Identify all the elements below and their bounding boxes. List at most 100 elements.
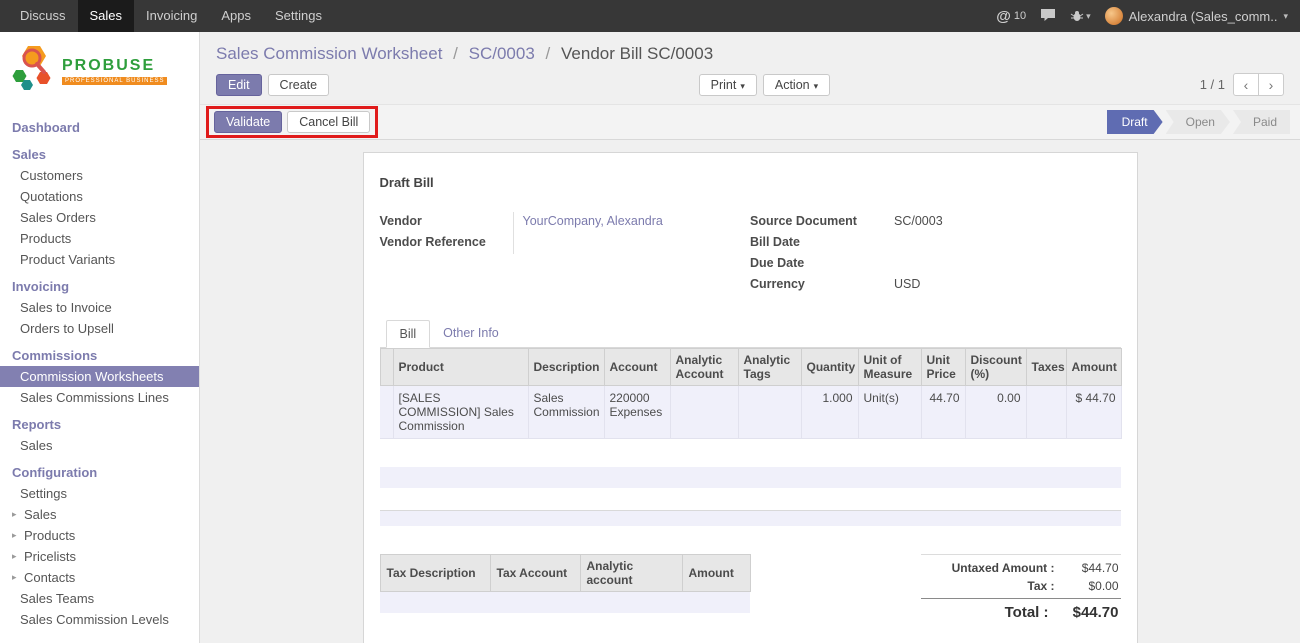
cell-uom: Unit(s) (858, 386, 921, 439)
sidebar-heading-dashboard[interactable]: Dashboard (0, 117, 199, 138)
sidebar: PROBUSE PROFESSIONAL BUSINESS Dashboard … (0, 32, 200, 643)
col-tax-analytic-account[interactable]: Analytic account (580, 555, 682, 592)
sidebar-item-config-sales[interactable]: ▸ Sales (0, 504, 199, 525)
col-taxes[interactable]: Taxes (1026, 349, 1066, 386)
messages-button[interactable] (1040, 8, 1056, 25)
sidebar-item-label: Pricelists (24, 549, 76, 564)
debug-bug-icon (1070, 8, 1084, 25)
sidebar-item-sales-orders[interactable]: Sales Orders (0, 207, 199, 228)
sidebar-item-settings[interactable]: Settings (0, 483, 199, 504)
sidebar-item-customers[interactable]: Customers (0, 165, 199, 186)
table-header-row: Product Description Account Analytic Acc… (380, 349, 1121, 386)
breadcrumb-worksheet-link[interactable]: Sales Commission Worksheet (216, 44, 442, 63)
sidebar-item-sales-teams[interactable]: Sales Teams (0, 588, 199, 609)
col-unit-of-measure[interactable]: Unit of Measure (858, 349, 921, 386)
sidebar-item-orders-to-upsell[interactable]: Orders to Upsell (0, 318, 199, 339)
user-menu[interactable]: Alexandra (Sales_comm.. ▾ (1105, 7, 1288, 25)
col-tax-description[interactable]: Tax Description (380, 555, 490, 592)
menu-sales[interactable]: Sales (78, 0, 135, 32)
sidebar-item-reports-sales[interactable]: Sales (0, 435, 199, 456)
annotation-highlight: Validate Cancel Bill (206, 106, 378, 138)
status-pipeline: Draft Open Paid (1104, 110, 1290, 134)
print-dropdown-button[interactable]: Print▾ (699, 74, 757, 96)
col-tax-account[interactable]: Tax Account (490, 555, 580, 592)
empty-list-row (380, 467, 1121, 488)
cell-unit-price: 44.70 (921, 386, 965, 439)
debug-menu-button[interactable]: ▾ (1070, 8, 1091, 25)
statusbar: Validate Cancel Bill Draft Open Paid (200, 104, 1300, 140)
col-amount[interactable]: Amount (1066, 349, 1121, 386)
vendor-reference-value (513, 233, 751, 254)
bill-lines-table: Product Description Account Analytic Acc… (380, 348, 1122, 439)
sidebar-heading-invoicing[interactable]: Invoicing (0, 276, 199, 297)
sidebar-heading-reports[interactable]: Reports (0, 414, 199, 435)
sidebar-item-config-products[interactable]: ▸ Products (0, 525, 199, 546)
tax-lines-table: Tax Description Tax Account Analytic acc… (380, 554, 751, 613)
submenu-arrow-icon: ▸ (12, 570, 21, 585)
logo-title: PROBUSE (62, 57, 167, 75)
breadcrumb-separator: / (546, 44, 551, 63)
status-draft[interactable]: Draft (1107, 110, 1163, 134)
tab-bill[interactable]: Bill (386, 320, 431, 348)
col-account[interactable]: Account (604, 349, 670, 386)
sidebar-item-contacts[interactable]: ▸ Contacts (0, 567, 199, 588)
empty-row (380, 488, 1121, 510)
sidebar-item-sales-commission-levels[interactable]: Sales Commission Levels (0, 609, 199, 630)
menu-invoicing[interactable]: Invoicing (134, 0, 209, 32)
due-date-label: Due Date (750, 254, 894, 270)
sidebar-item-label: Contacts (24, 570, 75, 585)
sidebar-item-products[interactable]: Products (0, 228, 199, 249)
avatar (1105, 7, 1123, 25)
col-tax-amount[interactable]: Amount (682, 555, 750, 592)
tax-total-label: Tax : (1027, 579, 1054, 593)
empty-list-row (380, 510, 1121, 526)
untaxed-amount-value: $44.70 (1055, 561, 1119, 575)
tab-other-info[interactable]: Other Info (430, 320, 512, 348)
sidebar-item-sales-to-invoice[interactable]: Sales to Invoice (0, 297, 199, 318)
table-row[interactable]: [SALES COMMISSION] Sales Commission Sale… (380, 386, 1121, 439)
menu-discuss[interactable]: Discuss (8, 0, 78, 32)
bill-date-value (894, 233, 1121, 254)
validate-button[interactable]: Validate (214, 111, 282, 133)
cell-analytic-tags (738, 386, 801, 439)
source-document-value: SC/0003 (894, 212, 1121, 233)
empty-row (380, 439, 1121, 467)
due-date-value (894, 254, 1121, 275)
col-analytic-account[interactable]: Analytic Account (670, 349, 738, 386)
breadcrumb-sc0003-link[interactable]: SC/0003 (469, 44, 535, 63)
pager-next-button[interactable]: › (1258, 73, 1284, 96)
col-analytic-tags[interactable]: Analytic Tags (738, 349, 801, 386)
mention-count: 10 (1014, 10, 1026, 22)
sidebar-item-quotations[interactable]: Quotations (0, 186, 199, 207)
menu-apps[interactable]: Apps (209, 0, 263, 32)
col-quantity[interactable]: Quantity (801, 349, 858, 386)
sidebar-heading-sales[interactable]: Sales (0, 144, 199, 165)
sidebar-item-sales-commissions-lines[interactable]: Sales Commissions Lines (0, 387, 199, 408)
col-unit-price[interactable]: Unit Price (921, 349, 965, 386)
bill-date-label: Bill Date (750, 233, 894, 249)
edit-button[interactable]: Edit (216, 74, 262, 96)
cancel-bill-button[interactable]: Cancel Bill (287, 111, 370, 133)
col-description[interactable]: Description (528, 349, 604, 386)
sidebar-item-pricelists[interactable]: ▸ Pricelists (0, 546, 199, 567)
sidebar-item-product-variants[interactable]: Product Variants (0, 249, 199, 270)
create-button[interactable]: Create (268, 74, 330, 96)
user-name: Alexandra (Sales_comm.. (1129, 9, 1278, 24)
totals-block: Untaxed Amount : $44.70 Tax : $0.00 Tota… (921, 554, 1121, 623)
menu-settings[interactable]: Settings (263, 0, 334, 32)
col-product[interactable]: Product (393, 349, 528, 386)
action-dropdown-button[interactable]: Action▾ (763, 74, 830, 96)
sidebar-heading-commissions[interactable]: Commissions (0, 345, 199, 366)
chevron-down-icon: ▾ (1086, 11, 1091, 22)
pager-previous-button[interactable]: ‹ (1233, 73, 1259, 96)
vendor-value-link[interactable]: YourCompany, Alexandra (513, 212, 751, 233)
source-document-label: Source Document (750, 212, 894, 228)
mentions-button[interactable]: @ 10 (996, 8, 1026, 25)
sidebar-item-commission-worksheets[interactable]: Commission Worksheets (0, 366, 199, 387)
untaxed-amount-label: Untaxed Amount : (952, 561, 1055, 575)
status-open[interactable]: Open (1166, 110, 1230, 134)
col-discount[interactable]: Discount (%) (965, 349, 1026, 386)
status-paid[interactable]: Paid (1233, 110, 1290, 134)
sidebar-heading-configuration[interactable]: Configuration (0, 462, 199, 483)
company-logo[interactable]: PROBUSE PROFESSIONAL BUSINESS (0, 32, 199, 111)
